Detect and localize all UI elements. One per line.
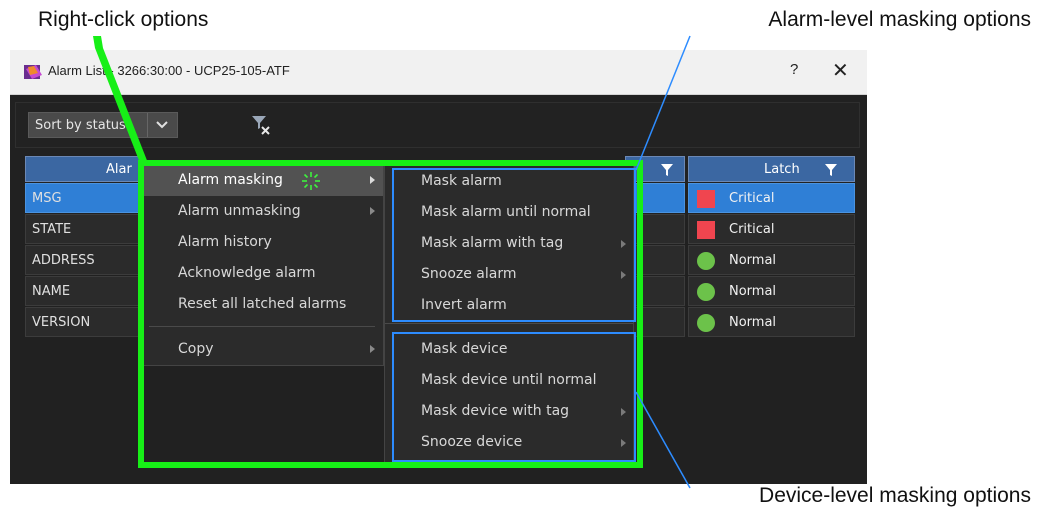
device-level-leader [635, 391, 691, 489]
alarm-level-leader [635, 35, 691, 171]
callout-leaders [93, 35, 691, 489]
right-click-leader [93, 36, 148, 163]
